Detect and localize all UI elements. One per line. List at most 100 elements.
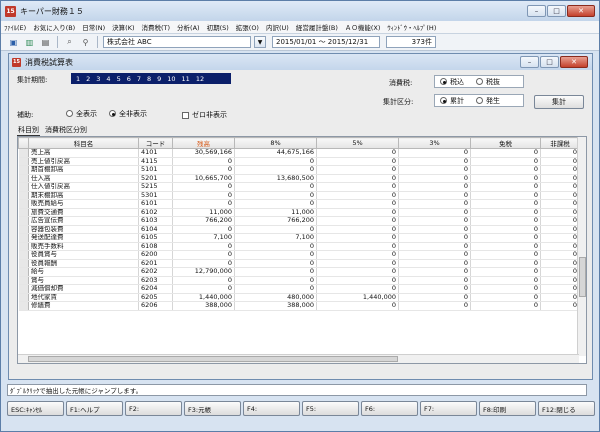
table-row[interactable]: 旅費交通費 6102 11,000 11,000 0 0 0 0 xyxy=(18,208,580,217)
f2-button[interactable]: F2: xyxy=(125,401,182,416)
menu-daily[interactable]: 日常(N) xyxy=(82,22,105,32)
table-row[interactable]: 仕入高 5201 10,665,700 13,680,500 0 0 0 0 xyxy=(18,174,580,183)
hide-all-radio[interactable]: 全非表示 xyxy=(109,109,147,119)
table-row[interactable]: 広告宣伝費 6103 766,200 766,200 0 0 0 0 xyxy=(18,216,580,226)
esc-cancel-button[interactable]: ESC:ｷｬﾝｾﾙ xyxy=(7,401,64,416)
month-1[interactable]: 1 xyxy=(76,75,80,83)
f1-help-button[interactable]: F1:ヘルプ xyxy=(66,401,123,416)
f3-ledger-button[interactable]: F3:元帳 xyxy=(184,401,241,416)
header-5pct[interactable]: 5% xyxy=(316,137,399,149)
horizontal-scrollbar[interactable] xyxy=(18,354,579,363)
month-3[interactable]: 3 xyxy=(96,75,100,83)
month-selector[interactable]: 1 2 3 4 5 6 7 8 9 10 11 12 xyxy=(71,73,231,84)
tab-by-tax-category[interactable]: 消費税区分別 xyxy=(44,125,88,136)
non-taxable-cell: 0 xyxy=(540,165,580,175)
chevron-down-icon[interactable]: ▼ xyxy=(254,36,266,48)
table-row[interactable]: 地代家賃 6205 1,440,000 480,000 1,440,000 0 0 0 xyxy=(18,293,580,302)
print-icon[interactable]: ▤ xyxy=(39,36,52,48)
menu-consumption-tax[interactable]: 消費税(T) xyxy=(142,22,171,32)
aggregate-button[interactable]: 集計 xyxy=(534,95,584,109)
month-7[interactable]: 7 xyxy=(137,75,141,83)
company-select[interactable]: 株式会社 ABC xyxy=(103,36,251,48)
table-row[interactable]: 販売手数料 6108 0 0 0 0 0 0 xyxy=(18,242,580,251)
amount-5pct-cell: 0 xyxy=(316,284,399,294)
table-row[interactable]: 賞与 6203 0 0 0 0 0 0 xyxy=(18,276,580,285)
tax-included-radio[interactable]: 税込 xyxy=(440,77,464,87)
f12-close-button[interactable]: F12:閉じる xyxy=(538,401,595,416)
month-10[interactable]: 10 xyxy=(167,75,175,83)
month-6[interactable]: 6 xyxy=(127,75,131,83)
zero-hide-checkbox[interactable]: ゼロ非表示 xyxy=(182,110,227,120)
month-11[interactable]: 11 xyxy=(182,75,190,83)
row-marker xyxy=(18,242,29,251)
tax-excluded-radio[interactable]: 税抜 xyxy=(476,77,500,87)
account-code-cell: 4101 xyxy=(138,148,173,158)
table-row[interactable]: 販売員給与 6101 0 0 0 0 0 0 xyxy=(18,199,580,209)
table-row[interactable]: 期末棚卸高 5301 0 0 0 0 0 0 xyxy=(18,191,580,200)
zoom-icon[interactable]: ⚲ xyxy=(79,36,92,48)
menu-closing[interactable]: 決算(K) xyxy=(112,22,134,32)
child-minimize-button[interactable]: – xyxy=(520,56,539,68)
month-12[interactable]: 12 xyxy=(196,75,204,83)
table-row[interactable]: 期首棚卸高 5101 0 0 0 0 0 0 xyxy=(18,165,580,175)
account-name-cell: 仕入値引戻高 xyxy=(28,182,139,192)
save-icon[interactable]: ▣ xyxy=(7,36,20,48)
header-code[interactable]: コード xyxy=(138,137,173,149)
search-icon[interactable]: ⌕ xyxy=(63,36,76,48)
row-marker xyxy=(18,276,29,285)
occurrence-radio[interactable]: 発生 xyxy=(476,96,500,106)
menu-initial[interactable]: 初期(S) xyxy=(207,22,229,32)
close-button[interactable]: ✕ xyxy=(567,5,595,17)
child-close-button[interactable]: ✕ xyxy=(560,56,588,68)
f7-button[interactable]: F7: xyxy=(420,401,477,416)
month-8[interactable]: 8 xyxy=(147,75,151,83)
menu-window-help[interactable]: ｳｨﾝﾄﾞｳ・ﾍﾙﾌﾟ(H) xyxy=(387,22,436,32)
menu-favorites[interactable]: お気に入り(B) xyxy=(33,22,75,32)
chart-icon[interactable]: ▥ xyxy=(23,36,36,48)
month-4[interactable]: 4 xyxy=(106,75,110,83)
vertical-scrollbar[interactable] xyxy=(577,137,586,356)
minimize-button[interactable]: – xyxy=(527,5,546,17)
header-non-taxable[interactable]: 非課税 xyxy=(540,137,580,149)
table-row[interactable]: 容器包装費 6104 0 0 0 0 0 0 xyxy=(18,225,580,234)
f6-button[interactable]: F6: xyxy=(361,401,418,416)
maximize-button[interactable]: □ xyxy=(547,5,566,17)
horizontal-scroll-thumb[interactable] xyxy=(28,356,398,362)
header-3pct[interactable]: 3% xyxy=(398,137,471,149)
table-row[interactable]: 修繕費 6206 388,000 388,000 0 0 0 0 xyxy=(18,301,580,311)
table-body: 売上高 4101 30,569,166 44,675,166 0 0 0 0 売上値引戻高 411… xyxy=(18,148,580,311)
menu-extension[interactable]: 拡張(O) xyxy=(236,22,259,32)
row-marker xyxy=(18,174,29,183)
vertical-scroll-thumb[interactable] xyxy=(579,257,586,297)
table-row[interactable]: 発送配達費 6105 7,100 7,100 0 0 0 0 xyxy=(18,233,580,243)
header-exempt[interactable]: 免税 xyxy=(470,137,541,149)
tab-by-account[interactable]: 科目別 xyxy=(17,125,40,136)
show-all-radio[interactable]: 全表示 xyxy=(66,109,97,119)
table-row[interactable]: 給与 6202 12,790,000 0 0 0 0 0 xyxy=(18,267,580,277)
menu-analysis[interactable]: 分析(A) xyxy=(177,22,200,32)
row-marker xyxy=(18,165,29,175)
child-maximize-button[interactable]: □ xyxy=(540,56,559,68)
f4-button[interactable]: F4: xyxy=(243,401,300,416)
month-2[interactable]: 2 xyxy=(86,75,90,83)
month-5[interactable]: 5 xyxy=(117,75,121,83)
header-account[interactable]: 科目名 xyxy=(28,137,139,149)
month-9[interactable]: 9 xyxy=(157,75,161,83)
f5-button[interactable]: F5: xyxy=(302,401,359,416)
cumulative-radio[interactable]: 累計 xyxy=(440,96,464,106)
f8-print-button[interactable]: F8:印刷 xyxy=(479,401,536,416)
auxiliary-label: 補助: xyxy=(17,111,34,119)
menu-file[interactable]: ﾌｧｲﾙ(E) xyxy=(4,22,26,32)
header-balance[interactable]: 残高 xyxy=(172,137,235,149)
header-8pct[interactable]: 8% xyxy=(234,137,317,149)
menu-management[interactable]: 経営履計盤(B) xyxy=(296,22,338,32)
table-row[interactable]: 売上高 4101 30,569,166 44,675,166 0 0 0 0 xyxy=(18,148,580,158)
menu-ao[interactable]: ＡＯ機能(X) xyxy=(345,22,381,32)
table-row[interactable]: 役員報酬 6201 0 0 0 0 0 0 xyxy=(18,259,580,268)
menu-breakdown[interactable]: 内訳(U) xyxy=(266,22,289,32)
table-row[interactable]: 仕入値引戻高 5215 0 0 0 0 0 0 xyxy=(18,182,580,192)
table-row[interactable]: 売上値引戻高 4115 0 0 0 0 0 0 xyxy=(18,157,580,166)
amount-8pct-cell: 0 xyxy=(234,191,317,200)
table-row[interactable]: 役員賞与 6200 0 0 0 0 0 0 xyxy=(18,250,580,260)
table-row[interactable]: 減価償却費 6204 0 0 0 0 0 0 xyxy=(18,284,580,294)
